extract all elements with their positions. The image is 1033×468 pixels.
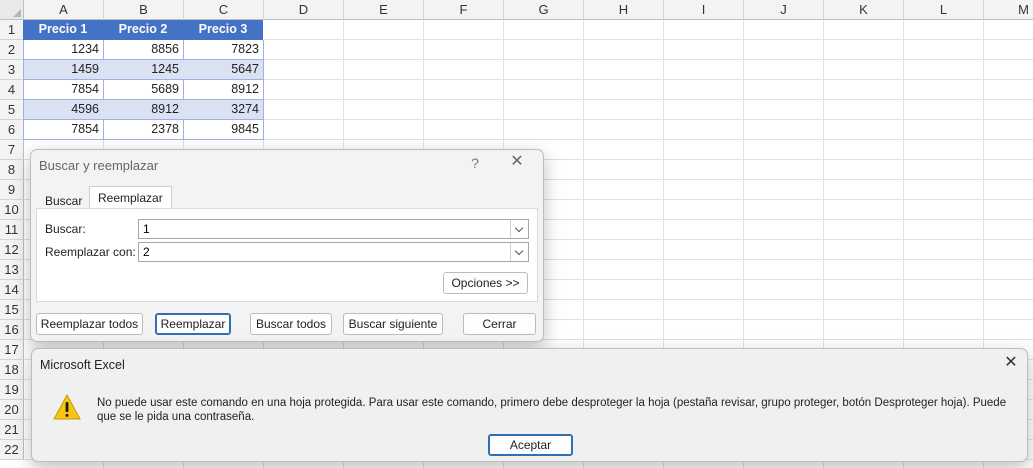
close-button[interactable]: Cerrar	[463, 313, 536, 335]
table-cell[interactable]: 8856	[103, 40, 184, 60]
options-button[interactable]: Opciones >>	[443, 272, 528, 294]
table-cell[interactable]: 7823	[183, 40, 264, 60]
select-all-corner[interactable]	[0, 0, 24, 20]
column-header[interactable]: G	[504, 0, 584, 20]
message-text: No puede usar este comando en una hoja p…	[97, 397, 1007, 423]
row-header[interactable]: 20	[0, 400, 24, 420]
dialog-title: Buscar y reemplazar	[39, 158, 159, 173]
column-header[interactable]: I	[664, 0, 744, 20]
tab-reemplazar[interactable]: Reemplazar	[89, 186, 172, 210]
column-header[interactable]: C	[184, 0, 264, 20]
table-cell[interactable]: 1234	[23, 40, 104, 60]
row-header[interactable]: 7	[0, 140, 24, 160]
row-header[interactable]: 21	[0, 420, 24, 440]
row-header[interactable]: 17	[0, 340, 24, 360]
row-header[interactable]: 14	[0, 280, 24, 300]
replace-all-button[interactable]: Reemplazar todos	[36, 313, 143, 335]
table-cell[interactable]: 4596	[23, 100, 104, 120]
table-cell[interactable]: 9845	[183, 120, 264, 140]
replace-label: Reemplazar con:	[45, 245, 136, 259]
find-next-button[interactable]: Buscar siguiente	[343, 313, 443, 335]
help-icon[interactable]: ?	[468, 155, 482, 171]
column-header[interactable]: F	[424, 0, 504, 20]
table-cell[interactable]: 3274	[183, 100, 264, 120]
row-header[interactable]: 3	[0, 60, 24, 80]
row-header[interactable]: 2	[0, 40, 24, 60]
find-dropdown-chevron-icon[interactable]	[510, 220, 528, 238]
row-header[interactable]: 4	[0, 80, 24, 100]
row-header[interactable]: 6	[0, 120, 24, 140]
table-cell[interactable]: 5689	[103, 80, 184, 100]
table-header-cell[interactable]: Precio 3	[183, 20, 264, 40]
tab-buscar-label: Buscar	[45, 194, 83, 208]
table-cell[interactable]: 2378	[103, 120, 184, 140]
row-header[interactable]: 8	[0, 160, 24, 180]
column-header[interactable]: L	[904, 0, 984, 20]
row-header[interactable]: 5	[0, 100, 24, 120]
row-header[interactable]: 22	[0, 440, 24, 460]
column-header[interactable]: M	[984, 0, 1033, 20]
row-header[interactable]: 10	[0, 200, 24, 220]
table-cell[interactable]: 5647	[183, 60, 264, 80]
row-header[interactable]: 16	[0, 320, 24, 340]
column-header[interactable]: H	[584, 0, 664, 20]
row-header[interactable]: 11	[0, 220, 24, 240]
message-box-title: Microsoft Excel	[40, 358, 125, 372]
row-header[interactable]: 15	[0, 300, 24, 320]
find-input[interactable]	[139, 220, 518, 238]
replace-input[interactable]	[139, 243, 518, 261]
find-label: Buscar:	[45, 222, 86, 236]
column-header[interactable]: B	[104, 0, 184, 20]
tab-reemplazar-label: Reemplazar	[98, 191, 163, 205]
close-icon[interactable]: ✕	[508, 153, 526, 171]
find-all-button[interactable]: Buscar todos	[250, 313, 332, 335]
table-header-cell[interactable]: Precio 2	[103, 20, 184, 40]
find-replace-dialog: Buscar y reemplazar ? ✕ Buscar Reemplaza…	[30, 149, 544, 342]
warning-icon	[53, 393, 81, 420]
ok-button[interactable]: Aceptar	[488, 434, 573, 456]
table-cell[interactable]: 1245	[103, 60, 184, 80]
table-cell[interactable]: 1459	[23, 60, 104, 80]
replace-combobox[interactable]	[138, 242, 529, 262]
table-cell[interactable]: 7854	[23, 80, 104, 100]
replace-button[interactable]: Reemplazar	[155, 313, 231, 335]
column-header[interactable]: J	[744, 0, 824, 20]
row-header[interactable]: 19	[0, 380, 24, 400]
table-cell[interactable]: 8912	[103, 100, 184, 120]
column-header[interactable]: K	[824, 0, 904, 20]
column-header[interactable]: A	[24, 0, 104, 20]
row-header[interactable]: 12	[0, 240, 24, 260]
message-box: Microsoft Excel ✕ No puede usar este com…	[31, 348, 1028, 462]
column-header[interactable]: E	[344, 0, 424, 20]
row-header[interactable]: 1	[0, 20, 24, 40]
row-header[interactable]: 18	[0, 360, 24, 380]
table-cell[interactable]: 7854	[23, 120, 104, 140]
column-header[interactable]: D	[264, 0, 344, 20]
row-header[interactable]: 9	[0, 180, 24, 200]
replace-panel: Buscar: Reemplazar con: Opciones >>	[36, 208, 538, 302]
table-header-cell[interactable]: Precio 1	[23, 20, 104, 40]
row-header[interactable]: 13	[0, 260, 24, 280]
find-combobox[interactable]	[138, 219, 529, 239]
message-box-close-icon[interactable]: ✕	[1002, 354, 1020, 372]
replace-dropdown-chevron-icon[interactable]	[510, 243, 528, 261]
table-cell[interactable]: 8912	[183, 80, 264, 100]
